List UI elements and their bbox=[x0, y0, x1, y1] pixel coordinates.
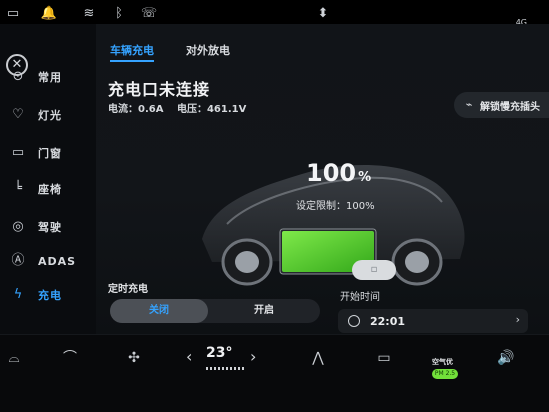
usb-icon: ⬍ bbox=[317, 6, 329, 21]
wifi-icon: ≋ bbox=[83, 6, 95, 21]
charge-port-button[interactable]: ▫ bbox=[352, 260, 396, 280]
toggle-icon: ⊙ bbox=[12, 69, 24, 84]
sidebar-item-label: 门窗 bbox=[38, 147, 62, 160]
sidebar-item-charging[interactable]: ϟ 充电 bbox=[8, 282, 92, 308]
temp-increase-button[interactable]: › bbox=[250, 347, 256, 366]
tab-vehicle-charging[interactable]: 车辆充电 bbox=[110, 42, 154, 58]
battery-percent-unit: % bbox=[358, 170, 372, 185]
sidebar-item-label: 常用 bbox=[38, 71, 62, 84]
unlock-button-label: 解锁慢充插头 bbox=[480, 101, 540, 113]
camera-icon[interactable]: ▭ bbox=[2, 4, 24, 24]
tab-external-discharge[interactable]: 对外放电 bbox=[186, 42, 230, 58]
active-tab-indicator bbox=[110, 60, 154, 62]
sidebar-item-label: ADAS bbox=[38, 254, 77, 268]
sidebar-item-label: 座椅 bbox=[38, 183, 62, 196]
airflow-mode-icon[interactable]: ⋀ bbox=[306, 347, 330, 369]
screen: ▭ 🔔 ≋ ᛒ ☏ ⬍ 4G ✕ ⊙ 常用 ♡ 灯光 ▭ 门窗 ╘ 座椅 ◎ 驾… bbox=[0, 0, 549, 412]
charging-readings: 电流：0.6A 电压：461.1V bbox=[108, 100, 256, 115]
charge-port-icon: ▫ bbox=[370, 264, 378, 275]
sidebar-item-label: 驾驶 bbox=[38, 221, 62, 234]
bell-icon: 🔔 bbox=[40, 6, 58, 21]
sidebar: ✕ ⊙ 常用 ♡ 灯光 ▭ 门窗 ╘ 座椅 ◎ 驾驶 Ⓐ ADAS ϟ 充电 bbox=[0, 24, 96, 334]
sidebar-item-general[interactable]: ⊙ 常用 bbox=[8, 64, 92, 90]
charging-status-title: 充电口未连接 bbox=[108, 80, 211, 99]
sidebar-item-label: 充电 bbox=[38, 289, 62, 302]
temp-decrease-button[interactable]: ‹ bbox=[186, 347, 192, 366]
toggle-on-option[interactable]: 开启 bbox=[208, 299, 320, 323]
bluetooth-icon: ᛒ bbox=[115, 6, 123, 21]
volume-icon[interactable]: 🔊 bbox=[494, 347, 518, 369]
sidebar-item-doors[interactable]: ▭ 门窗 bbox=[8, 140, 92, 166]
sidebar-item-label: 灯光 bbox=[38, 109, 62, 122]
start-time-label: 开始时间 bbox=[340, 292, 380, 303]
main-panel: 车辆充电 对外放电 充电口未连接 电流：0.6A 电压：461.1V ⌁ 解锁慢… bbox=[96, 24, 549, 334]
charge-limit-text: 设定限制：100% bbox=[296, 201, 375, 212]
seat-icon: ╘ bbox=[14, 181, 22, 196]
front-hub bbox=[235, 251, 259, 273]
windshield-defrost-icon[interactable]: ⌒ bbox=[58, 347, 82, 369]
climate-dock: ⌓ ⌒ ✣ ‹ 23° › ⋀ ▭ 空气优 PM 2.5 🔊 bbox=[0, 334, 549, 412]
rear-defrost-icon[interactable]: ▭ bbox=[372, 347, 396, 369]
voltage-reading: 电压：461.1V bbox=[176, 104, 247, 115]
temperature-value: 23° bbox=[206, 345, 233, 361]
start-time-value: 22:01 bbox=[370, 314, 406, 328]
fan-icon[interactable]: ✣ bbox=[122, 347, 146, 369]
scheduled-charging-label: 定时充电 bbox=[108, 284, 148, 295]
adas-icon: Ⓐ bbox=[11, 253, 25, 268]
charging-plug-icon: ϟ bbox=[13, 287, 23, 302]
toggle-off-option[interactable]: 关闭 bbox=[110, 299, 208, 323]
phone-icon: ☏ bbox=[140, 6, 158, 21]
battery-percentage: 100% bbox=[306, 159, 371, 187]
temperature-bar bbox=[206, 367, 246, 370]
clock-icon bbox=[348, 315, 360, 327]
door-icon: ▭ bbox=[11, 145, 25, 160]
start-time-field[interactable]: 22:01 › bbox=[338, 309, 528, 333]
steering-wheel-icon: ◎ bbox=[12, 219, 24, 234]
chevron-right-icon: › bbox=[515, 313, 520, 326]
sidebar-item-driving[interactable]: ◎ 驾驶 bbox=[8, 214, 92, 240]
air-quality-badge: PM 2.5 bbox=[432, 369, 458, 379]
bulb-icon: ♡ bbox=[12, 107, 24, 122]
rear-hub bbox=[405, 251, 429, 273]
unlock-slow-charger-button[interactable]: ⌁ 解锁慢充插头 bbox=[454, 92, 549, 118]
car-icon[interactable]: ⌓ bbox=[2, 347, 26, 369]
sidebar-item-adas[interactable]: Ⓐ ADAS bbox=[8, 248, 92, 274]
plug-icon: ⌁ bbox=[465, 98, 473, 111]
current-reading: 电流：0.6A bbox=[108, 104, 164, 115]
battery-percent-value: 100 bbox=[306, 159, 357, 187]
sidebar-item-lights[interactable]: ♡ 灯光 bbox=[8, 102, 92, 128]
air-quality-label: 空气优 bbox=[432, 358, 453, 366]
sidebar-item-seats[interactable]: ╘ 座椅 bbox=[8, 176, 92, 202]
